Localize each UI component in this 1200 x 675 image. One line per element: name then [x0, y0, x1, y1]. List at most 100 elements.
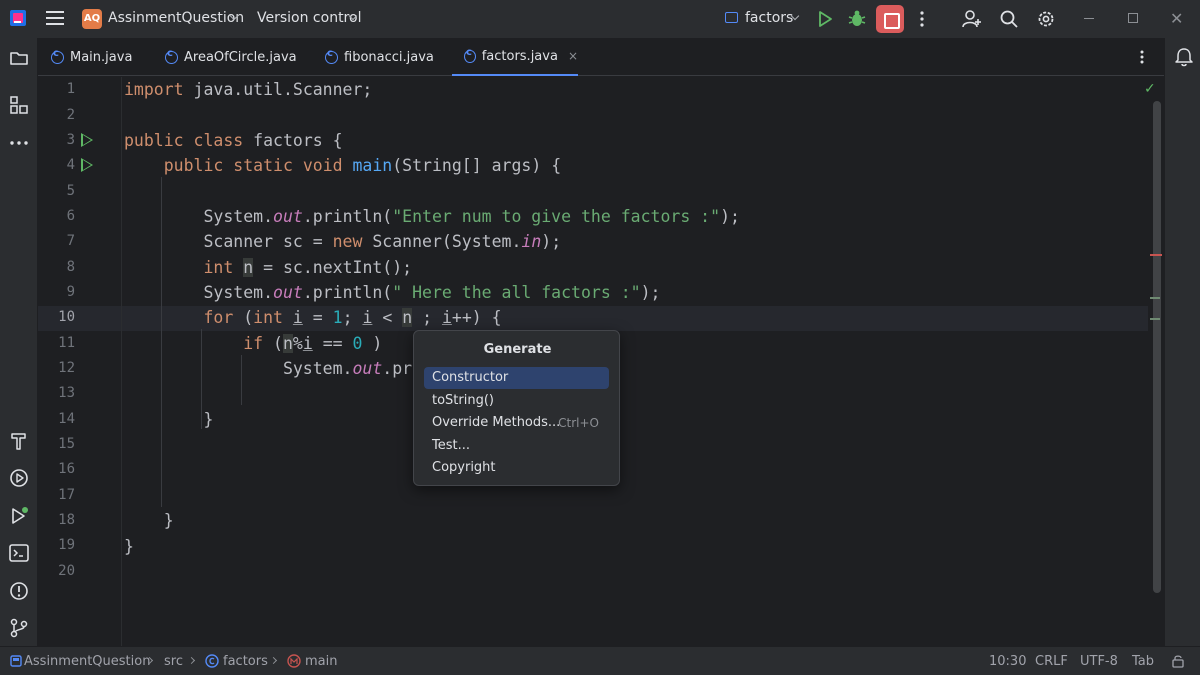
tab-label: fibonacci.java — [344, 49, 434, 65]
restore-icon[interactable] — [1128, 13, 1138, 23]
close-icon[interactable]: ✕ — [1170, 11, 1183, 27]
run-tool-icon[interactable] — [8, 505, 30, 527]
run-config-selector[interactable]: factors — [745, 10, 793, 26]
generate-popup: Generate Constructor toString() Override… — [413, 330, 620, 486]
inspection-ok-icon[interactable]: ✓ — [1144, 81, 1156, 97]
more-vertical-icon[interactable] — [1136, 50, 1148, 64]
breadcrumb-separator-icon — [269, 656, 278, 665]
code-line[interactable]: System.out.println(" Here the all factor… — [124, 280, 660, 305]
more-vertical-icon[interactable] — [918, 10, 926, 28]
error-stripe-marker[interactable] — [1150, 254, 1162, 256]
breadcrumb-class[interactable]: factors — [223, 654, 268, 669]
line-number: 16 — [58, 461, 75, 477]
line-number: 15 — [58, 436, 75, 452]
run-gutter-icon[interactable] — [81, 158, 93, 172]
warning-stripe-marker[interactable] — [1150, 297, 1160, 299]
code-line[interactable]: public static void main(String[] args) { — [124, 153, 561, 178]
structure-icon[interactable] — [8, 94, 30, 116]
version-control-menu[interactable]: Version control — [257, 10, 361, 26]
line-number: 4 — [66, 157, 75, 173]
code-line[interactable]: Scanner sc = new Scanner(System.in); — [124, 229, 561, 254]
close-tab-icon[interactable]: × — [568, 49, 578, 63]
code-line[interactable]: int n = sc.nextInt(); — [124, 255, 412, 280]
problems-icon[interactable] — [8, 580, 30, 602]
java-class-icon — [464, 47, 476, 63]
code-line[interactable]: System.out.println("Enter num to give th… — [124, 204, 739, 229]
git-branch-icon[interactable] — [8, 617, 30, 639]
breadcrumb-src[interactable]: src — [164, 654, 183, 669]
line-number: 1 — [66, 81, 75, 97]
code-line[interactable]: } — [124, 534, 134, 559]
breadcrumb-project[interactable]: AssinmentQuestion — [24, 654, 150, 669]
popup-item-constructor[interactable]: Constructor — [424, 367, 609, 389]
code-line[interactable]: public class factors { — [124, 128, 343, 153]
popup-item-copyright[interactable]: Copyright — [424, 457, 609, 479]
code-line[interactable]: import java.util.Scanner; — [124, 77, 372, 102]
popup-item-test[interactable]: Test... — [424, 435, 609, 457]
module-icon — [10, 655, 22, 667]
code-line[interactable]: if (n%i == 0 ) — [124, 331, 382, 356]
gear-icon[interactable] — [1037, 10, 1055, 28]
run-gutter-icon[interactable] — [81, 133, 93, 147]
popup-item-label: toString() — [432, 393, 494, 408]
debug-icon[interactable] — [847, 9, 867, 29]
popup-item-tostring[interactable]: toString() — [424, 390, 609, 412]
services-icon[interactable] — [8, 467, 30, 489]
popup-item-label: Override Methods... — [432, 415, 561, 430]
line-number: 18 — [58, 512, 75, 528]
java-class-icon — [165, 48, 178, 64]
breadcrumb-method[interactable]: main — [305, 654, 337, 669]
more-horizontal-icon[interactable] — [8, 132, 30, 154]
project-badge[interactable]: AQ — [82, 9, 102, 29]
shortcut-hint: Ctrl+O — [558, 416, 599, 430]
terminal-icon[interactable] — [8, 542, 30, 564]
editor-tab-bar: Main.java AreaOfCircle.java fibonacci.ja… — [38, 38, 1164, 76]
folder-icon[interactable] — [8, 47, 30, 69]
popup-item-label: Test... — [432, 438, 470, 453]
line-number: 12 — [58, 360, 75, 376]
run-config-icon — [725, 12, 738, 23]
popup-item-override-methods[interactable]: Override Methods... Ctrl+O — [424, 412, 609, 434]
main-menu-icon[interactable] — [46, 11, 64, 25]
run-icon[interactable] — [817, 10, 833, 28]
code-with-me-icon[interactable] — [962, 10, 982, 28]
minimize-icon[interactable] — [1084, 18, 1094, 19]
code-line[interactable]: for (int i = 1; i < n ; i++) { — [124, 305, 502, 330]
warning-stripe-marker[interactable] — [1150, 318, 1160, 320]
line-number: 2 — [66, 107, 75, 123]
search-icon[interactable] — [1000, 10, 1018, 28]
intellij-logo-icon — [10, 10, 26, 26]
code-line[interactable]: } — [124, 508, 174, 533]
line-separator[interactable]: CRLF — [1035, 654, 1068, 669]
build-hammer-icon[interactable] — [8, 430, 30, 452]
file-encoding[interactable]: UTF-8 — [1080, 654, 1118, 669]
code-line[interactable]: } — [124, 407, 213, 432]
lock-icon[interactable] — [1171, 654, 1185, 668]
java-class-icon — [51, 48, 64, 64]
caret-position[interactable]: 10:30 — [989, 654, 1026, 669]
line-number: 9 — [66, 284, 75, 300]
line-number: 20 — [58, 563, 75, 579]
line-number: 14 — [58, 411, 75, 427]
tab-areaofcircle-java[interactable]: AreaOfCircle.java — [165, 38, 297, 76]
popup-title: Generate — [483, 342, 552, 357]
line-number: 19 — [58, 537, 75, 553]
tab-fibonacci-java[interactable]: fibonacci.java — [325, 38, 434, 76]
tab-main-java[interactable]: Main.java — [51, 38, 132, 76]
notifications-icon[interactable] — [1173, 46, 1195, 68]
method-icon — [287, 654, 301, 668]
line-number: 7 — [66, 233, 75, 249]
left-tool-strip — [0, 38, 38, 646]
line-number: 11 — [58, 335, 75, 351]
popup-item-label: Copyright — [432, 460, 496, 475]
line-number: 13 — [58, 385, 75, 401]
stop-button[interactable] — [876, 5, 904, 33]
line-number: 10 — [58, 309, 75, 325]
line-number-gutter: 1 2 3 4 5 6 7 8 9 10 11 12 13 14 15 16 1… — [38, 77, 122, 646]
line-number: 6 — [66, 208, 75, 224]
tab-factors-java[interactable]: factors.java × — [452, 38, 578, 76]
editor-scrollbar[interactable] — [1153, 101, 1161, 593]
indent-setting[interactable]: Tab — [1132, 654, 1154, 669]
code-line[interactable]: System.out.pr — [124, 356, 412, 381]
project-name[interactable]: AssinmentQuestion — [108, 10, 244, 26]
